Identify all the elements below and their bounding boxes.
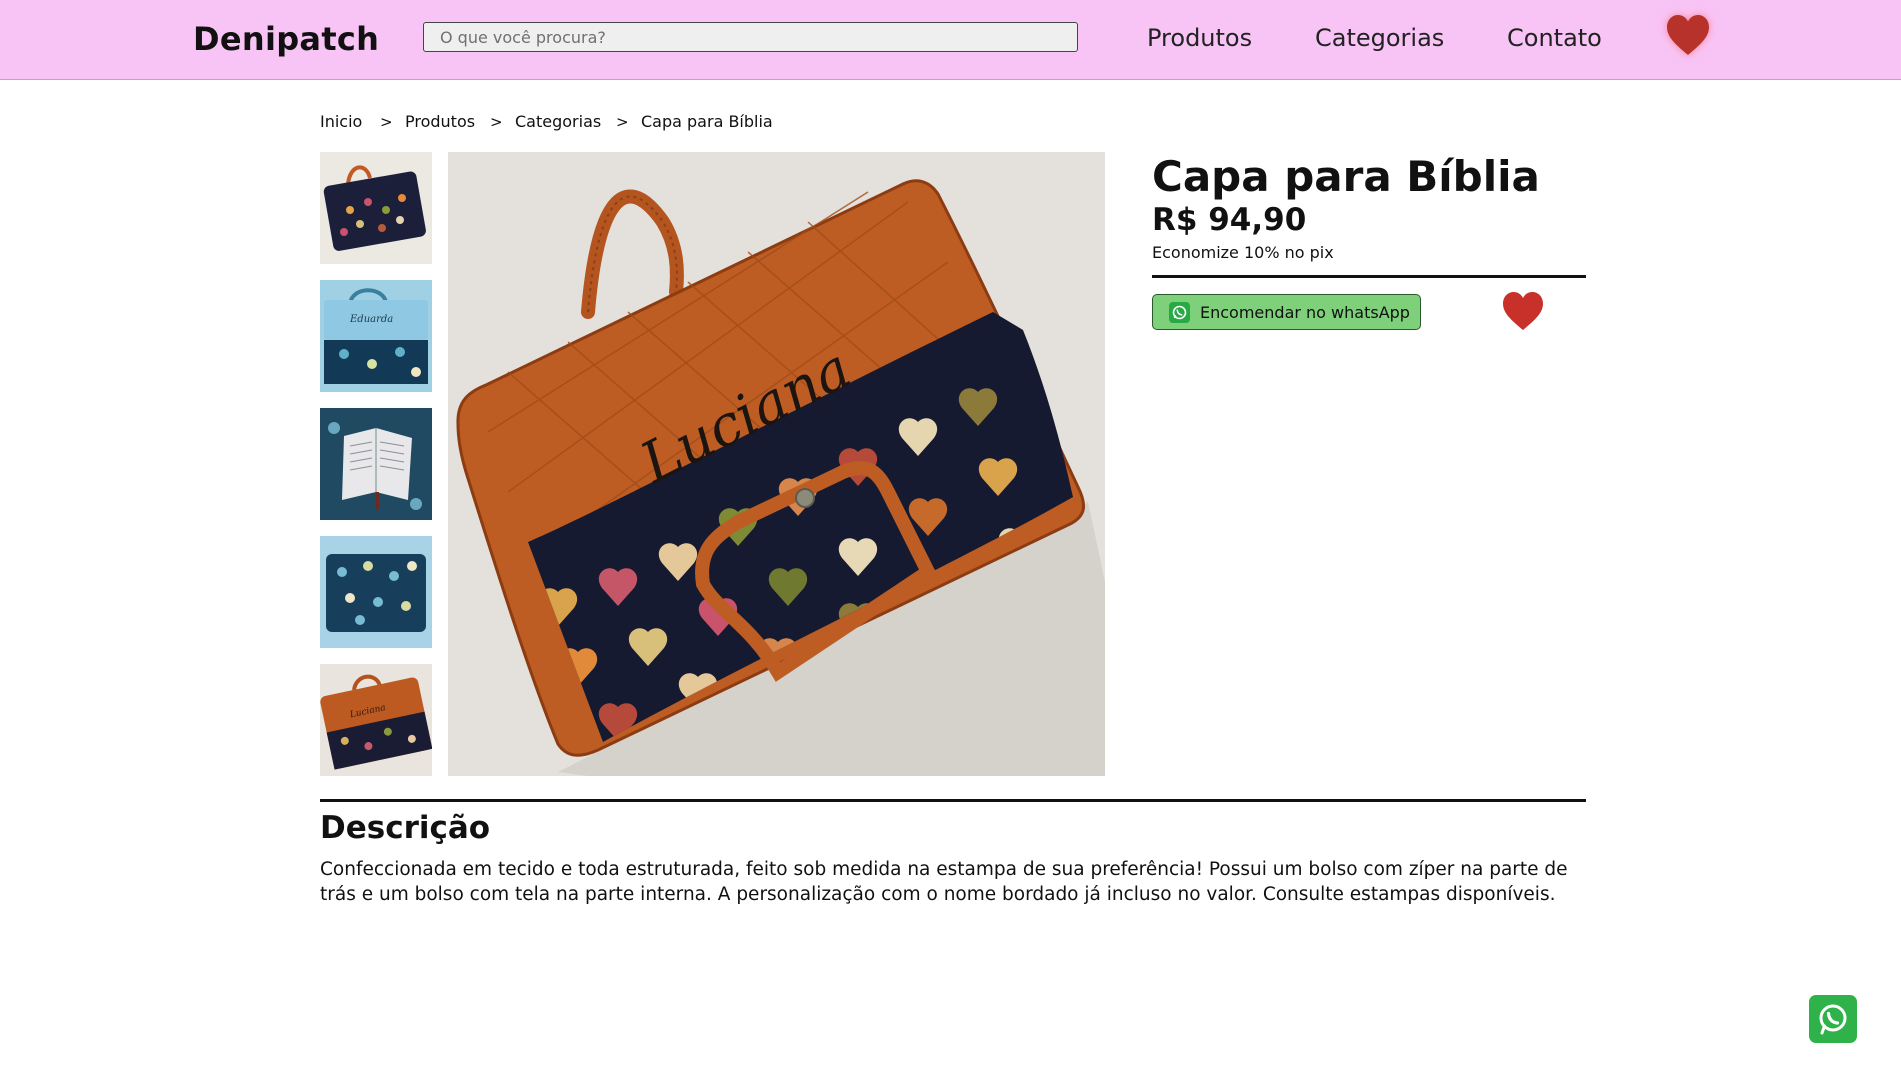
product-thumbnail-image [320, 408, 432, 520]
nav-categorias[interactable]: Categorias [1315, 24, 1444, 52]
product-thumbnail-image [320, 152, 432, 264]
site-logo[interactable]: Denipatch [193, 20, 379, 58]
thumbnail-1[interactable] [320, 152, 432, 264]
breadcrumb-current: Capa para Bíblia [641, 112, 773, 131]
floating-whatsapp-button[interactable] [1809, 995, 1857, 1043]
product-title: Capa para Bíblia [1152, 152, 1540, 201]
pix-discount-note: Economize 10% no pix [1152, 243, 1334, 262]
description-divider [320, 799, 1586, 802]
thumbnail-4[interactable] [320, 536, 432, 648]
whatsapp-icon [1819, 1004, 1847, 1035]
product-thumbnail-image [320, 536, 432, 648]
add-to-favorites-heart-icon[interactable] [1501, 290, 1545, 332]
whatsapp-icon [1169, 302, 1190, 323]
thumbnail-5[interactable]: Luciana [320, 664, 432, 776]
thumbnail-2[interactable]: Eduarda [320, 280, 432, 392]
order-whatsapp-button[interactable]: Encomendar no whatsApp [1152, 294, 1421, 330]
breadcrumb-categorias[interactable]: Categorias [515, 112, 601, 131]
breadcrumb-separator: > [380, 113, 393, 131]
svg-text:Eduarda: Eduarda [349, 314, 393, 325]
search-input[interactable] [423, 22, 1078, 52]
description-heading: Descrição [320, 810, 491, 846]
divider [1152, 275, 1586, 278]
main-product-image[interactable]: Luciana [448, 152, 1105, 776]
thumbnail-3[interactable] [320, 408, 432, 520]
top-navbar: Denipatch Produtos Categorias Contato [0, 0, 1901, 80]
breadcrumb-inicio[interactable]: Inicio [320, 112, 362, 131]
product-thumbnail-image: Eduarda [320, 280, 432, 392]
breadcrumb-produtos[interactable]: Produtos [405, 112, 475, 131]
favorites-heart-icon[interactable] [1665, 13, 1711, 57]
breadcrumb-separator: > [616, 113, 629, 131]
order-whatsapp-label: Encomendar no whatsApp [1200, 303, 1410, 322]
product-price: R$ 94,90 [1152, 202, 1307, 238]
nav-contato[interactable]: Contato [1507, 24, 1602, 52]
nav-produtos[interactable]: Produtos [1147, 24, 1252, 52]
product-thumbnail-image: Luciana [320, 664, 432, 776]
breadcrumb-separator: > [490, 113, 503, 131]
description-text: Confeccionada em tecido e toda estrutura… [320, 859, 1568, 905]
